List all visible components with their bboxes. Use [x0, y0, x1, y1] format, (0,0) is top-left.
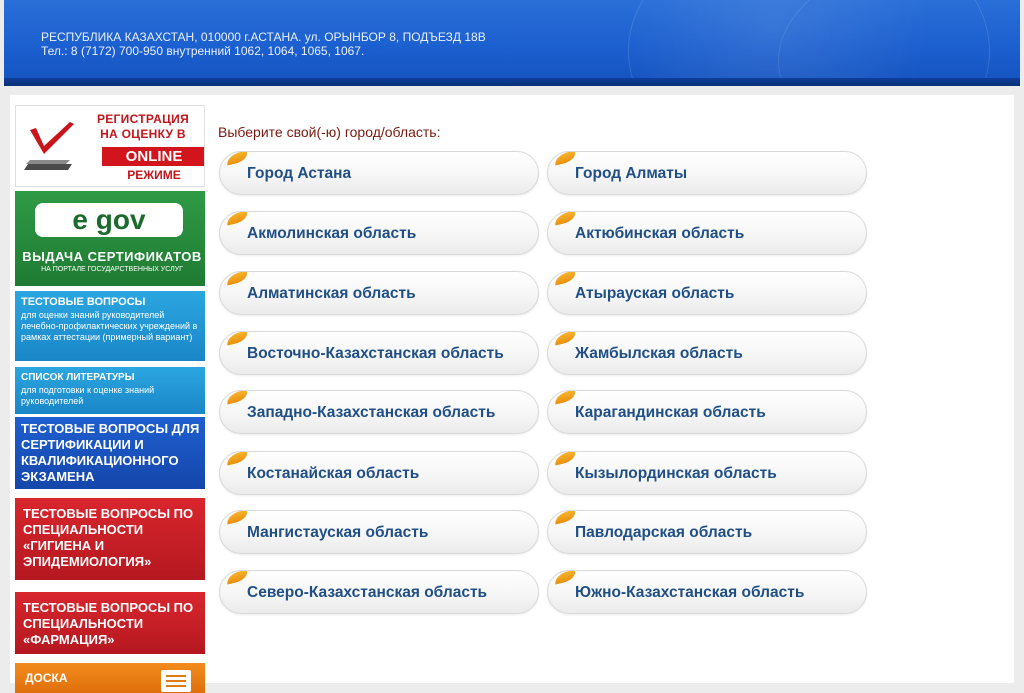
egov-banner[interactable]: e gov ВЫДАЧА СЕРТИФИКАТОВ НА ПОРТАЛЕ ГОС… — [15, 191, 205, 286]
region-label: Костанайская область — [247, 465, 420, 482]
board-banner[interactable]: ДОСКА — [15, 663, 205, 693]
pharmacy-title: ТЕСТОВЫЕ ВОПРОСЫ ПО СПЕЦИАЛЬНОСТИ «ФАРМА… — [23, 600, 194, 647]
region-label: Город Алматы — [575, 165, 688, 182]
registration-title: РЕГИСТРАЦИЯ НА ОЦЕНКУ В — [88, 112, 198, 142]
leaf-icon — [553, 212, 577, 226]
test-questions-subtitle: для оценки знаний руководителей лечебно-… — [21, 310, 198, 342]
board-icon — [161, 670, 191, 692]
region-label: Кызылординская область — [575, 465, 777, 482]
site-header: РЕСПУБЛИКА КАЗАХСТАН, 010000 г.АСТАНА. у… — [4, 0, 1020, 86]
region-button-west-kazakhstan[interactable]: Западно-Казахстанская область — [219, 390, 539, 434]
checkmark-icon — [24, 122, 74, 170]
leaf-icon — [553, 511, 577, 525]
region-label: Алматинская область — [247, 285, 416, 302]
certification-title: ТЕСТОВЫЕ ВОПРОСЫ ДЛЯ СЕРТИФИКАЦИИ И КВАЛ… — [21, 421, 200, 484]
region-label: Южно-Казахстанская область — [575, 584, 805, 601]
leaf-icon — [225, 212, 249, 226]
region-label: Восточно-Казахстанская область — [247, 345, 504, 362]
region-label: Акмолинская область — [247, 225, 417, 242]
registration-line1: РЕГИСТРАЦИЯ — [96, 112, 190, 126]
literature-title: СПИСОК ЛИТЕРАТУРЫ — [21, 372, 135, 383]
leaf-icon — [553, 272, 577, 286]
region-label: Карагандинская область — [575, 404, 766, 421]
pharmacy-banner[interactable]: ТЕСТОВЫЕ ВОПРОСЫ ПО СПЕЦИАЛЬНОСТИ «ФАРМА… — [15, 592, 205, 654]
leaf-icon — [225, 452, 249, 466]
address-line: РЕСПУБЛИКА КАЗАХСТАН, 010000 г.АСТАНА. у… — [41, 30, 486, 44]
contact-info: РЕСПУБЛИКА КАЗАХСТАН, 010000 г.АСТАНА. у… — [41, 30, 486, 58]
hygiene-title: ТЕСТОВЫЕ ВОПРОСЫ ПО СПЕЦИАЛЬНОСТИ «ГИГИЕ… — [23, 506, 194, 569]
leaf-icon — [225, 571, 249, 585]
egov-title: ВЫДАЧА СЕРТИФИКАТОВ — [22, 249, 202, 264]
region-label: Атырауская область — [575, 285, 735, 302]
leaf-icon — [225, 272, 249, 286]
leaf-icon — [553, 391, 577, 405]
phone-line: Тел.: 8 (7172) 700-950 внутренний 1062, … — [41, 44, 365, 58]
region-label: Город Астана — [247, 165, 352, 182]
region-label: Актюбинская область — [575, 225, 745, 242]
region-button-karaganda[interactable]: Карагандинская область — [547, 390, 867, 434]
leaf-icon — [225, 152, 249, 166]
mode-label: РЕЖИМЕ — [127, 168, 181, 182]
region-button-east-kazakhstan[interactable]: Восточно-Казахстанская область — [219, 331, 539, 375]
region-label: Жамбылская область — [575, 345, 743, 362]
region-label: Западно-Казахстанская область — [247, 404, 496, 421]
leaf-icon — [225, 332, 249, 346]
region-button-aktobe[interactable]: Актюбинская область — [547, 211, 867, 255]
leaf-icon — [553, 452, 577, 466]
leaf-icon — [553, 571, 577, 585]
region-button-north-kazakhstan[interactable]: Северо-Казахстанская область — [219, 570, 539, 614]
region-button-astana[interactable]: Город Астана — [219, 151, 539, 195]
egov-subtitle: НА ПОРТАЛЕ ГОСУДАРСТВЕННЫХ УСЛУГ — [41, 266, 183, 273]
region-button-almaty[interactable]: Город Алматы — [547, 151, 867, 195]
certification-banner[interactable]: ТЕСТОВЫЕ ВОПРОСЫ ДЛЯ СЕРТИФИКАЦИИ И КВАЛ… — [15, 417, 205, 489]
region-label: Мангистауская область — [247, 524, 429, 541]
region-button-south-kazakhstan[interactable]: Южно-Казахстанская область — [547, 570, 867, 614]
region-button-kyzylorda[interactable]: Кызылординская область — [547, 451, 867, 495]
test-questions-title: ТЕСТОВЫЕ ВОПРОСЫ — [21, 296, 146, 308]
literature-banner[interactable]: СПИСОК ЛИТЕРАТУРЫ для подготовки к оценк… — [15, 367, 205, 414]
region-button-pavlodar[interactable]: Павлодарская область — [547, 510, 867, 554]
region-button-atyrau[interactable]: Атырауская область — [547, 271, 867, 315]
region-label: Павлодарская область — [575, 524, 753, 541]
leaf-icon — [553, 332, 577, 346]
leaf-icon — [553, 152, 577, 166]
region-button-zhambyl[interactable]: Жамбылская область — [547, 331, 867, 375]
literature-subtitle: для подготовки к оценке знаний руководит… — [21, 385, 155, 406]
hygiene-banner[interactable]: ТЕСТОВЫЕ ВОПРОСЫ ПО СПЕЦИАЛЬНОСТИ «ГИГИЕ… — [15, 498, 205, 580]
region-button-kostanay[interactable]: Костанайская область — [219, 451, 539, 495]
region-button-akmola[interactable]: Акмолинская область — [219, 211, 539, 255]
egov-logo: e gov — [35, 203, 183, 237]
globe-decoration-2 — [778, 0, 1020, 86]
online-label: ONLINE — [102, 147, 204, 166]
test-questions-banner[interactable]: ТЕСТОВЫЕ ВОПРОСЫ для оценки знаний руков… — [15, 291, 205, 361]
registration-line2: НА ОЦЕНКУ В — [100, 127, 186, 141]
egov-logo-text: e gov — [72, 204, 146, 235]
region-prompt: Выберите свой(-ю) город/область: — [218, 124, 441, 140]
region-label: Северо-Казахстанская область — [247, 584, 488, 601]
leaf-icon — [225, 391, 249, 405]
region-button-almaty-oblast[interactable]: Алматинская область — [219, 271, 539, 315]
region-button-mangystau[interactable]: Мангистауская область — [219, 510, 539, 554]
leaf-icon — [225, 511, 249, 525]
online-registration-banner[interactable]: РЕГИСТРАЦИЯ НА ОЦЕНКУ В ONLINE РЕЖИМЕ — [15, 105, 205, 187]
